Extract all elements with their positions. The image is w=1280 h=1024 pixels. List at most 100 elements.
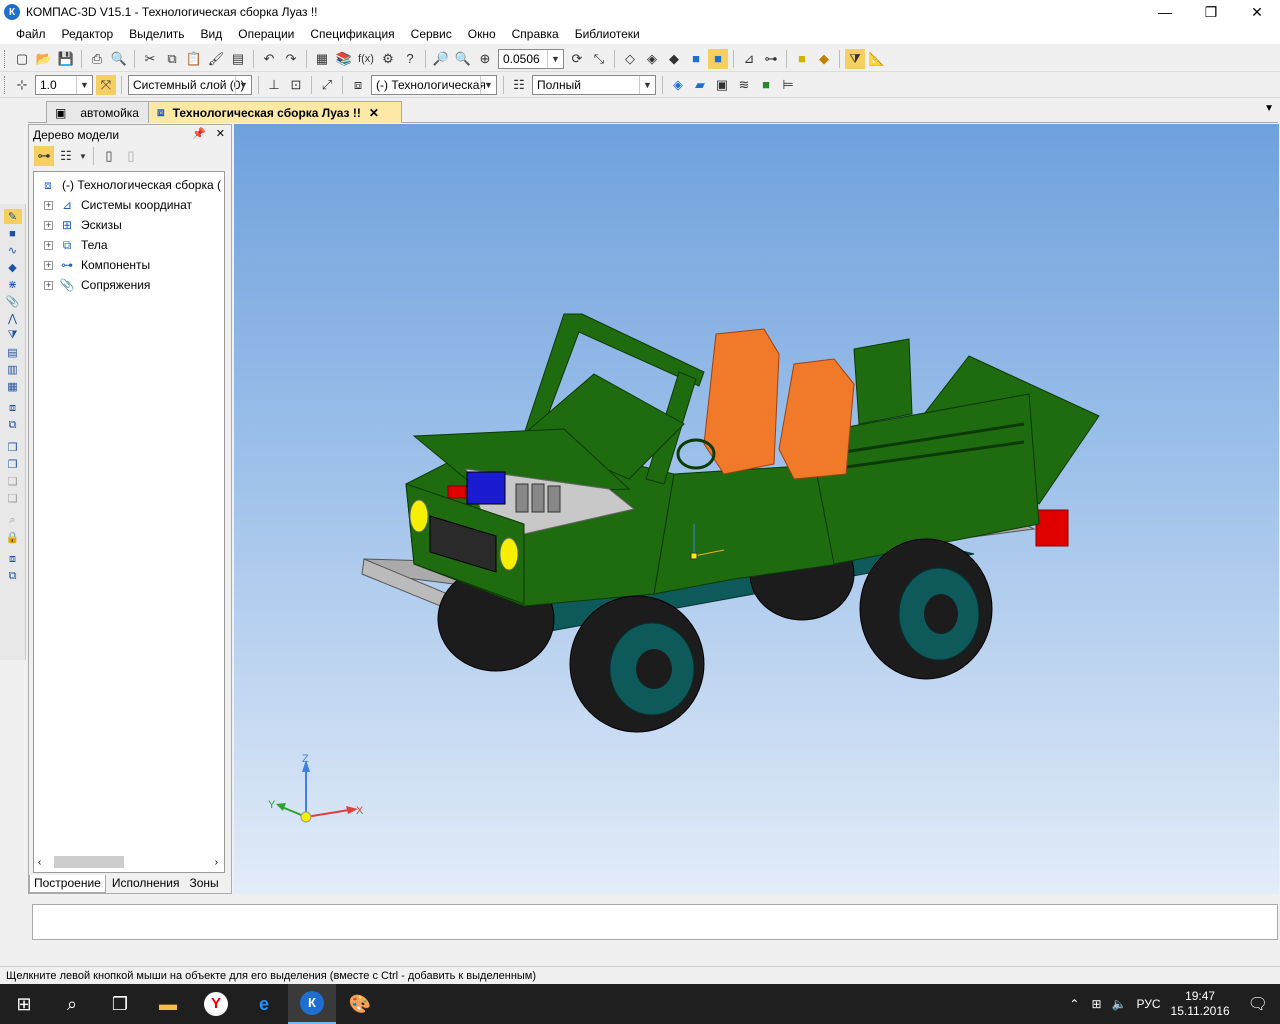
network-icon[interactable]: ⊞ [1091,997,1101,1011]
calculator-icon[interactable]: ⚙ [378,49,398,69]
tree-structure-icon[interactable]: ⊶ [34,146,54,166]
point-icon[interactable]: ⋇ [4,277,22,292]
filter-icon[interactable]: ⧩ [4,328,22,343]
tab-assembly[interactable]: ⧈ Технологическая сборка Луаз !! ✕ [148,101,402,123]
chart-icon[interactable]: ▦ [4,379,22,394]
component-add-icon[interactable]: ⧈ [4,401,22,416]
chevron-down-icon[interactable]: ▼ [1264,103,1274,114]
copy-icon[interactable]: ⧉ [162,49,182,69]
shaded-edges-icon[interactable]: ■ [708,48,728,69]
snap-toggle-icon[interactable]: ⤧ [96,74,116,95]
wireframe-icon[interactable]: ◇ [620,49,640,69]
perspective-icon[interactable]: ⊿ [739,49,759,69]
menu-libraries[interactable]: Библиотеки [567,27,648,41]
tree-root[interactable]: ⧈ (-) Технологическая сборка ( [40,178,221,193]
scale-combo[interactable]: 1.0 ▼ [35,74,93,95]
chevron-down-icon[interactable]: ▼ [480,75,496,94]
yellow-cube-icon[interactable]: ■ [792,49,812,69]
report-icon[interactable]: ▥ [4,362,22,377]
edit-cs-icon[interactable]: ⊡ [286,75,306,95]
menu-view[interactable]: Вид [193,27,231,41]
chevron-down-icon[interactable]: ▼ [76,75,92,94]
extrude-icon[interactable]: ▰ [690,75,710,95]
tree-item-mates[interactable]: + 📎 Сопряжения [44,278,150,292]
component-icon[interactable]: ⧈ [348,75,368,95]
chevron-down-icon[interactable]: ▼ [547,49,563,68]
close-icon[interactable]: ✕ [369,106,379,120]
zoom-value-combo[interactable]: 0.0506 ▼ [498,48,564,69]
command-bar[interactable] [32,904,1278,940]
edit-assembly-icon[interactable]: ✎ [3,209,22,224]
mode-combo[interactable]: Полный ▼ [532,74,656,95]
tree-doc2-icon[interactable]: ▯ [121,146,141,166]
expand-icon[interactable]: + [44,220,53,230]
rotate-icon[interactable]: ⟳ [567,49,587,69]
chevron-left-icon[interactable]: ‹ [38,857,41,868]
undo-icon[interactable]: ↶ [259,49,279,69]
search-icon[interactable]: ⌕ [48,984,96,1024]
filter-icon[interactable]: ⧩ [845,48,865,69]
file-explorer-icon[interactable]: ▬ [144,984,192,1024]
menu-help[interactable]: Справка [504,27,567,41]
chevron-down-icon[interactable]: ▼ [639,75,655,94]
toolbar-grip[interactable] [4,49,7,68]
chevron-up-icon[interactable]: ⌃ [1069,997,1079,1011]
library-icon[interactable]: 📚 [334,49,354,69]
manager-icon[interactable]: ▦ [312,49,332,69]
chevron-right-icon[interactable]: › [215,857,218,868]
tab-zones[interactable]: Зоны [186,875,223,893]
layers-icon[interactable]: ≋ [734,75,754,95]
local-cs-icon[interactable]: ⊥ [264,75,284,95]
ortho-icon[interactable]: ⤢ [317,75,337,95]
chevron-down-icon[interactable]: ▼ [78,146,88,166]
dimension-icon[interactable]: ⊨ [778,75,798,95]
tree-item-sketches[interactable]: + ⊞ Эскизы [44,218,122,232]
object-combo[interactable]: (-) Технологическая ▼ [371,74,497,95]
zoom-all-icon[interactable]: 🔍 [453,49,473,69]
solid-icon[interactable]: ■ [4,226,22,241]
minimize-button[interactable]: — [1142,0,1188,24]
display-mode-icon[interactable]: ☷ [509,75,529,95]
tree-item-bodies[interactable]: + ⧉ Тела [44,238,108,252]
chevron-down-icon[interactable]: ▼ [235,75,251,94]
open-folder-icon[interactable]: 📂 [34,49,54,69]
mate-display-icon[interactable]: ◆ [814,49,834,69]
close-icon[interactable]: ✕ [216,127,225,140]
array-icon[interactable]: ▣ [712,75,732,95]
thin-lines-icon[interactable]: ◆ [664,49,684,69]
menu-specification[interactable]: Спецификация [302,27,402,41]
menu-editor[interactable]: Редактор [54,27,122,41]
expand-icon[interactable]: + [44,260,53,270]
expand-icon[interactable]: + [44,240,53,250]
pin-icon[interactable]: 📌 [192,127,206,140]
new-document-icon[interactable]: ▢ [12,49,32,69]
tree-horizontal-scrollbar[interactable]: ‹ › [38,854,218,870]
orientation-icon[interactable]: ⤡ [589,49,609,69]
save-icon[interactable]: 💾 [56,49,76,69]
yandex-browser-icon[interactable]: Y [192,984,240,1024]
kompas-taskbar-icon[interactable]: К [288,984,336,1024]
scrollbar-thumb[interactable] [54,856,124,868]
menu-window[interactable]: Окно [460,27,504,41]
edge-browser-icon[interactable]: e [240,984,288,1024]
component-move-icon[interactable]: ⧉ [4,418,22,433]
collision-icon[interactable]: ⧉ [4,569,22,584]
measure-icon[interactable]: 📐 [867,49,887,69]
expand-icon[interactable]: + [44,200,53,210]
menu-file[interactable]: Файл [8,27,54,41]
vehicle-model-view[interactable]: Z X Y [234,124,1279,894]
close-button[interactable]: ✕ [1234,0,1280,24]
redo-icon[interactable]: ↷ [281,49,301,69]
section-icon[interactable]: ⊶ [761,49,781,69]
3d-viewport[interactable]: Z X Y [234,124,1279,894]
surface-icon[interactable]: ◈ [668,75,688,95]
print-preview-icon[interactable]: 🔍 [109,49,129,69]
menu-operations[interactable]: Операции [230,27,302,41]
variables-icon[interactable]: f(x) [356,49,376,69]
surface-icon[interactable]: ◆ [4,260,22,275]
tree-item-coordinate-systems[interactable]: + ⊿ Системы координат [44,198,192,212]
tab-executions[interactable]: Исполнения [108,875,184,893]
expand-icon[interactable]: + [44,280,53,290]
toolbar-grip[interactable] [4,75,7,94]
notifications-icon[interactable]: 🗨 [1248,994,1268,1014]
